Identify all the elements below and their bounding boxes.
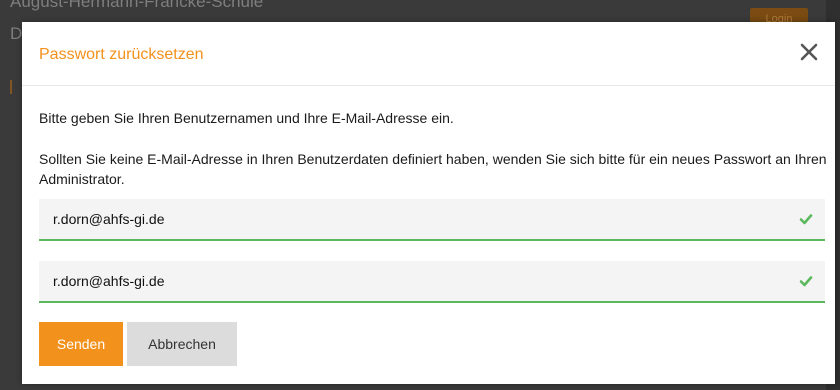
intro-text: Bitte geben Sie Ihren Benutzernamen und …: [39, 110, 454, 126]
header-divider: [22, 85, 835, 86]
close-button[interactable]: [797, 40, 821, 64]
username-input[interactable]: [39, 199, 793, 239]
cancel-button[interactable]: Abbrechen: [127, 322, 237, 366]
email-input[interactable]: [39, 261, 793, 301]
checkmark-icon: [799, 276, 813, 287]
email-field[interactable]: [39, 261, 825, 303]
dialog-title: Passwort zurücksetzen: [39, 46, 204, 63]
background-accent: [10, 80, 22, 94]
hint-text: Sollten Sie keine E-Mail-Adresse in Ihre…: [39, 151, 827, 187]
background-text: D: [10, 24, 23, 43]
close-icon: [800, 43, 818, 61]
checkmark-icon: [799, 214, 813, 225]
send-button[interactable]: Senden: [39, 322, 123, 366]
school-name: August-Hermann-Francke-Schule: [10, 0, 264, 11]
reset-password-dialog: Passwort zurücksetzen Bitte geben Sie Ih…: [22, 22, 835, 384]
username-field[interactable]: [39, 199, 825, 241]
